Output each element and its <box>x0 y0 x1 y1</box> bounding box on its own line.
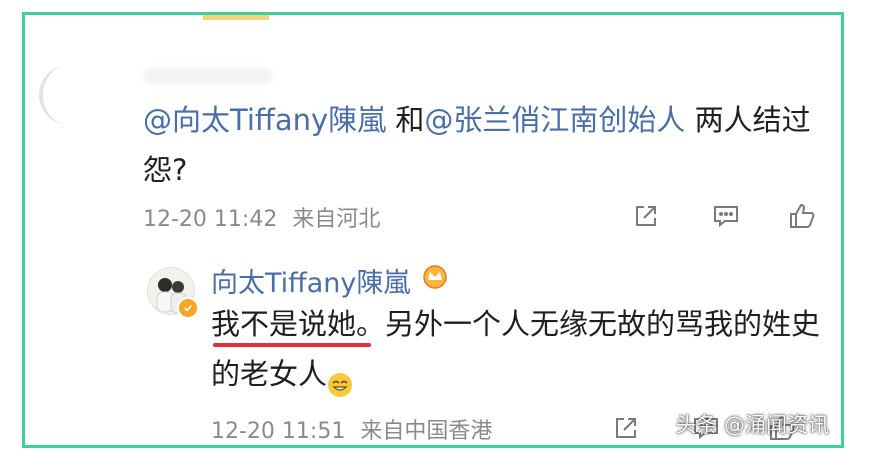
blurred-username <box>143 67 273 85</box>
comment-actions <box>629 199 819 233</box>
reply-text: 我不是说她。另外一个人无缘无故的骂我的姓史的老女人 <box>211 299 831 399</box>
comment-text: @向太Tiffany陳嵐 和@张兰俏江南创始人 两人结过怨? <box>143 95 823 195</box>
comment-icon[interactable] <box>709 199 743 233</box>
crown-icon <box>421 263 449 289</box>
reply-author[interactable]: 向太Tiffany陳嵐 <box>211 261 410 300</box>
share-icon[interactable] <box>629 199 663 233</box>
verified-badge-icon <box>177 297 199 319</box>
top-accent-bar <box>203 15 269 20</box>
comment-location: 来自河北 <box>292 207 381 232</box>
share-icon[interactable] <box>609 411 643 445</box>
mention-link[interactable]: @张兰俏江南创始人 <box>424 103 685 137</box>
comment-meta: 12-20 11:42 来自河北 <box>143 201 380 233</box>
watermark: 头条 @涌闻资讯 <box>675 413 829 437</box>
blurred-avatar[interactable] <box>39 65 99 125</box>
comment-connector: 和 <box>386 103 425 137</box>
reply-location: 来自中国香港 <box>360 419 493 444</box>
reply-meta: 12-20 11:51 来自中国香港 <box>211 413 492 445</box>
mention-link[interactable]: @向太Tiffany陳嵐 <box>143 103 386 137</box>
reply-time: 12-20 11:51 <box>211 419 346 444</box>
like-icon[interactable] <box>785 199 819 233</box>
screenshot-frame: @向太Tiffany陳嵐 和@张兰俏江南创始人 两人结过怨? 12-20 11:… <box>22 12 844 448</box>
comment-time: 12-20 11:42 <box>143 207 278 232</box>
reply-text-underlined: 我不是说她 <box>211 307 357 341</box>
grin-emoji-icon <box>327 363 353 397</box>
highlight-underline <box>213 343 371 347</box>
